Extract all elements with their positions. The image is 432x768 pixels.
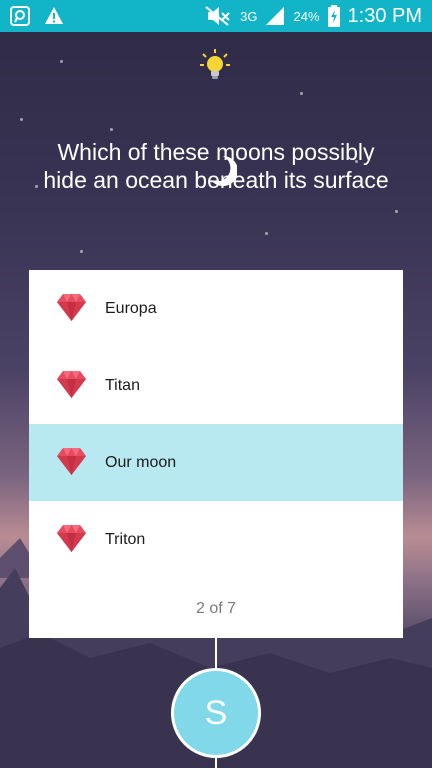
clock: 1:30 PM — [347, 4, 422, 27]
signal-icon — [266, 7, 285, 25]
avatar-letter: S — [204, 693, 228, 732]
ruby-gem-icon — [57, 525, 86, 552]
player-avatar[interactable]: S — [171, 668, 261, 758]
ruby-gem-icon — [57, 448, 86, 475]
lightbulb-icon[interactable] — [200, 48, 230, 82]
battery-percent: 24% — [293, 8, 320, 24]
answer-option-triton[interactable]: Triton — [29, 501, 403, 578]
answer-option-titan[interactable]: Titan — [29, 347, 403, 424]
app-notification-icon — [10, 6, 30, 26]
answer-option-label: Europa — [105, 299, 157, 317]
answer-option-europa[interactable]: Europa — [29, 270, 403, 347]
mute-icon — [205, 6, 230, 26]
answer-option-label: Titan — [105, 376, 140, 394]
crescent-moon-icon — [211, 156, 237, 186]
network-type-label: 3G — [240, 8, 258, 24]
answer-option-label: Triton — [105, 530, 146, 548]
warning-icon — [45, 7, 63, 24]
answer-option-our-moon[interactable]: Our moon — [29, 424, 403, 501]
ruby-gem-icon — [57, 371, 86, 398]
answer-card: Europa Titan Our moon Triton 2 of 7 — [29, 270, 403, 638]
battery-charging-icon — [327, 5, 340, 27]
status-bar: 3G 24% 1:30 PM — [0, 0, 432, 32]
ruby-gem-icon — [57, 294, 86, 321]
answer-option-label: Our moon — [105, 453, 177, 471]
question-progress: 2 of 7 — [195, 600, 237, 617]
